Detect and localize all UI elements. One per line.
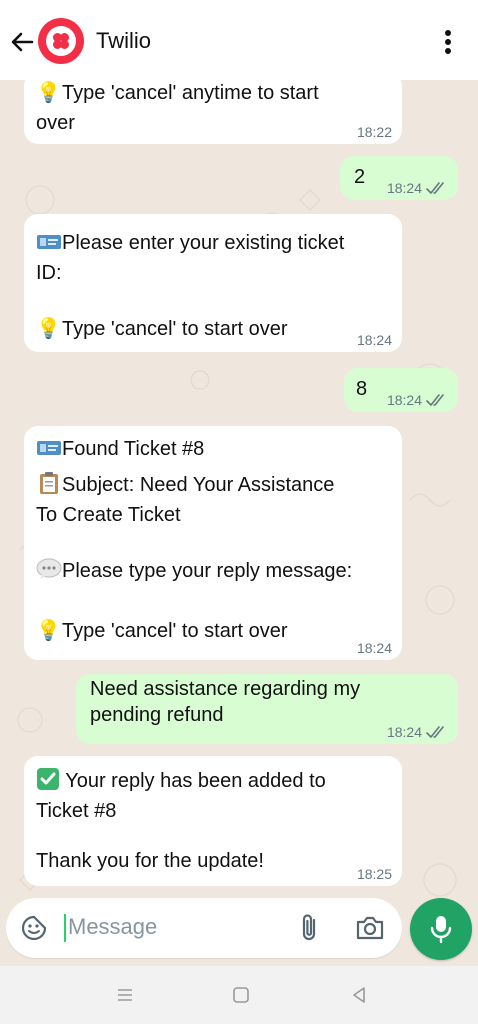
speech-bubble-icon (36, 558, 62, 579)
paperclip-icon[interactable] (296, 912, 324, 944)
message-text: Ticket #8 (36, 800, 117, 822)
message-outgoing[interactable]: Need assistance regarding my pending ref… (76, 674, 458, 744)
recents-icon[interactable] (114, 984, 136, 1006)
sticker-icon[interactable] (20, 914, 48, 942)
message-text: Type 'cancel' to start over (62, 318, 288, 340)
message-outgoing[interactable]: 2 18:24 (340, 156, 458, 200)
message-text: Please enter your existing ticket (62, 232, 345, 254)
message-incoming[interactable]: Your reply has been added to Ticket #8 T… (24, 756, 402, 886)
message-time: 18:24 (356, 640, 392, 656)
message-time: 18:25 (356, 866, 392, 882)
avatar[interactable] (38, 18, 84, 64)
message-text: Type 'cancel' anytime to start (62, 82, 319, 104)
message-incoming[interactable]: 💡Type 'cancel' anytime to start over 18:… (24, 80, 402, 144)
ticket-icon (37, 441, 61, 455)
message-input[interactable]: Message (68, 914, 157, 940)
message-text: ID: (36, 262, 62, 284)
message-time: 18:24 (386, 724, 422, 740)
message-time: 18:24 (356, 332, 392, 348)
message-time: 18:22 (356, 124, 392, 140)
arrow-left-icon[interactable] (8, 28, 36, 56)
message-text: 8 (356, 378, 368, 400)
light-bulb-icon: 💡 (36, 82, 61, 104)
chat-header: Twilio (0, 0, 478, 80)
clipboard-icon (40, 472, 58, 494)
message-text: Need assistance regarding my (90, 678, 361, 700)
message-time: 18:24 (386, 180, 422, 196)
message-incoming[interactable]: Please enter your existing ticket ID: 💡T… (24, 214, 402, 352)
ticket-icon (37, 235, 61, 249)
light-bulb-icon: 💡 (36, 620, 61, 642)
camera-icon[interactable] (354, 914, 386, 942)
message-incoming[interactable]: Found Ticket #8 Subject: Need Your Assis… (24, 426, 402, 660)
contact-name[interactable]: Twilio (96, 28, 151, 54)
chat-area[interactable]: 💡Type 'cancel' anytime to start over 18:… (0, 80, 478, 966)
message-text: To Create Ticket (36, 504, 181, 526)
message-outgoing[interactable]: 8 18:24 (344, 368, 458, 412)
message-text: 2 (354, 166, 366, 188)
message-text: Type 'cancel' to start over (62, 620, 288, 642)
message-time: 18:24 (386, 392, 422, 408)
double-check-icon (426, 726, 444, 738)
kebab-menu-icon[interactable] (438, 28, 458, 56)
message-text: Thank you for the update! (36, 850, 264, 872)
check-mark-button-icon (37, 768, 59, 790)
microphone-button[interactable] (410, 898, 472, 960)
light-bulb-icon: 💡 (36, 318, 61, 340)
double-check-icon (426, 394, 444, 406)
message-text: Your reply has been added to (65, 770, 326, 792)
microphone-icon (430, 916, 452, 944)
message-text: over (36, 112, 75, 134)
home-icon[interactable] (230, 984, 252, 1006)
message-text: Found Ticket #8 (62, 438, 205, 460)
back-nav-icon[interactable] (348, 984, 370, 1006)
message-composer[interactable]: Message (6, 898, 402, 958)
double-check-icon (426, 182, 444, 194)
system-nav-bar (0, 966, 478, 1024)
message-text: Subject: Need Your Assistance (62, 474, 335, 496)
message-text: Please type your reply message: (62, 560, 353, 582)
text-cursor (64, 914, 66, 942)
